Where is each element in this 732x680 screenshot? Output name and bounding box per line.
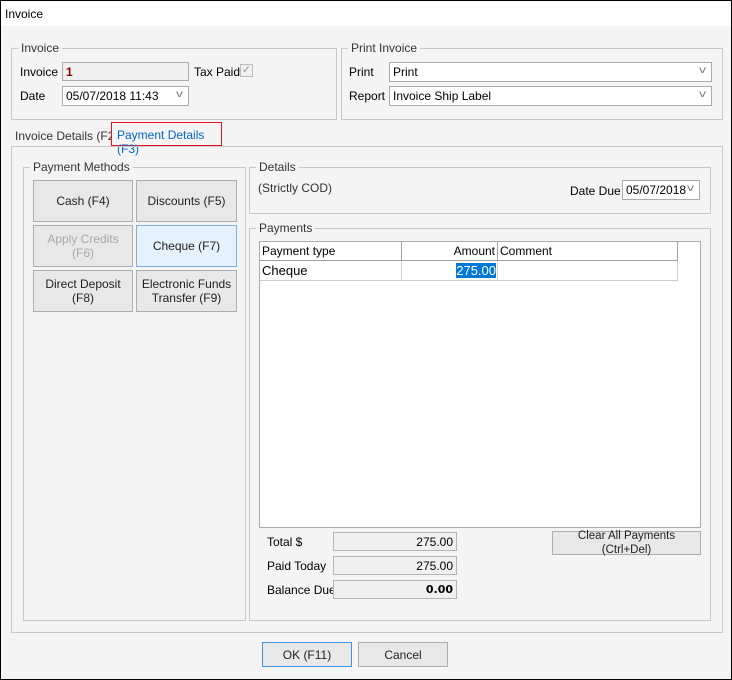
invoice-group: Invoice [11, 41, 337, 120]
invoice-label: Invoice [20, 65, 59, 79]
apply-credits-button[interactable]: Apply Credits (F6) [33, 225, 133, 267]
balance-due-label: Balance Due [267, 583, 336, 597]
chevron-down-icon: v [699, 65, 706, 76]
clear-all-payments-button[interactable]: Clear All Payments (Ctrl+Del) [552, 530, 701, 556]
chevron-down-icon: v [176, 89, 183, 100]
payment-methods-label: Payment Methods [30, 160, 133, 174]
checkmark-icon: ✓ [241, 64, 252, 76]
details-label: Details [256, 160, 299, 174]
discounts-button[interactable]: Discounts (F5) [136, 180, 237, 222]
invoice-window: Invoice Invoice Invoice 1 Tax Paid ✓ Dat… [0, 0, 732, 680]
payment-terms: (Strictly COD) [258, 181, 332, 195]
report-select-value: Invoice Ship Label [393, 89, 492, 103]
direct-deposit-button[interactable]: Direct Deposit (F8) [33, 270, 133, 312]
ok-button[interactable]: OK (F11) [262, 642, 352, 667]
paid-today-label: Paid Today [267, 559, 327, 573]
date-label: Date [20, 89, 46, 103]
column-header-amount[interactable]: Amount [402, 242, 498, 261]
date-due-label: Date Due [570, 184, 621, 198]
cash-button[interactable]: Cash (F4) [33, 180, 133, 222]
tab-invoice-details[interactable]: Invoice Details (F2) [15, 129, 118, 143]
tax-paid-label: Tax Paid [194, 65, 241, 79]
date-value: 05/07/2018 11:43 [66, 89, 159, 103]
paid-today-value: 275.00 [333, 556, 457, 575]
date-picker[interactable]: 05/07/2018 11:43 v [62, 86, 189, 106]
date-due-picker[interactable]: 05/07/2018 v [622, 180, 700, 200]
balance-due-value: 0.00 [333, 580, 457, 599]
payments-label: Payments [256, 221, 316, 235]
eft-button[interactable]: Electronic Funds Transfer (F9) [136, 270, 237, 312]
print-select-value: Print [393, 65, 418, 79]
chevron-down-icon: v [699, 89, 706, 100]
row-amount-cell[interactable]: 275.00 [402, 261, 498, 281]
payments-grid: Payment type Amount Comment Cheque 275.0… [259, 241, 701, 528]
total-value: 275.00 [333, 532, 457, 551]
print-label: Print [349, 65, 374, 79]
chevron-down-icon: v [687, 183, 694, 194]
print-invoice-group: Print Invoice [341, 41, 723, 120]
cheque-button[interactable]: Cheque (F7) [136, 225, 237, 267]
report-select[interactable]: Invoice Ship Label v [389, 86, 712, 106]
invoice-group-label: Invoice [18, 41, 63, 55]
tab-payment-details[interactable]: Payment Details (F3) [111, 122, 222, 156]
column-header-comment[interactable]: Comment [498, 242, 678, 261]
row-amount[interactable]: 275.00 [456, 263, 496, 278]
tax-paid-checkbox[interactable]: ✓ [240, 64, 253, 77]
cancel-button[interactable]: Cancel [358, 642, 448, 667]
report-label: Report [349, 89, 386, 103]
row-payment-type[interactable]: Cheque [260, 261, 402, 281]
row-comment[interactable] [498, 261, 678, 281]
invoice-number-field: 1 [62, 62, 189, 81]
total-label: Total $ [267, 535, 303, 549]
date-due-value: 05/07/2018 [626, 183, 687, 197]
window-title: Invoice [1, 1, 731, 26]
print-invoice-group-label: Print Invoice [348, 41, 421, 55]
column-header-payment-type[interactable]: Payment type [260, 242, 402, 261]
print-select[interactable]: Print v [389, 62, 712, 82]
